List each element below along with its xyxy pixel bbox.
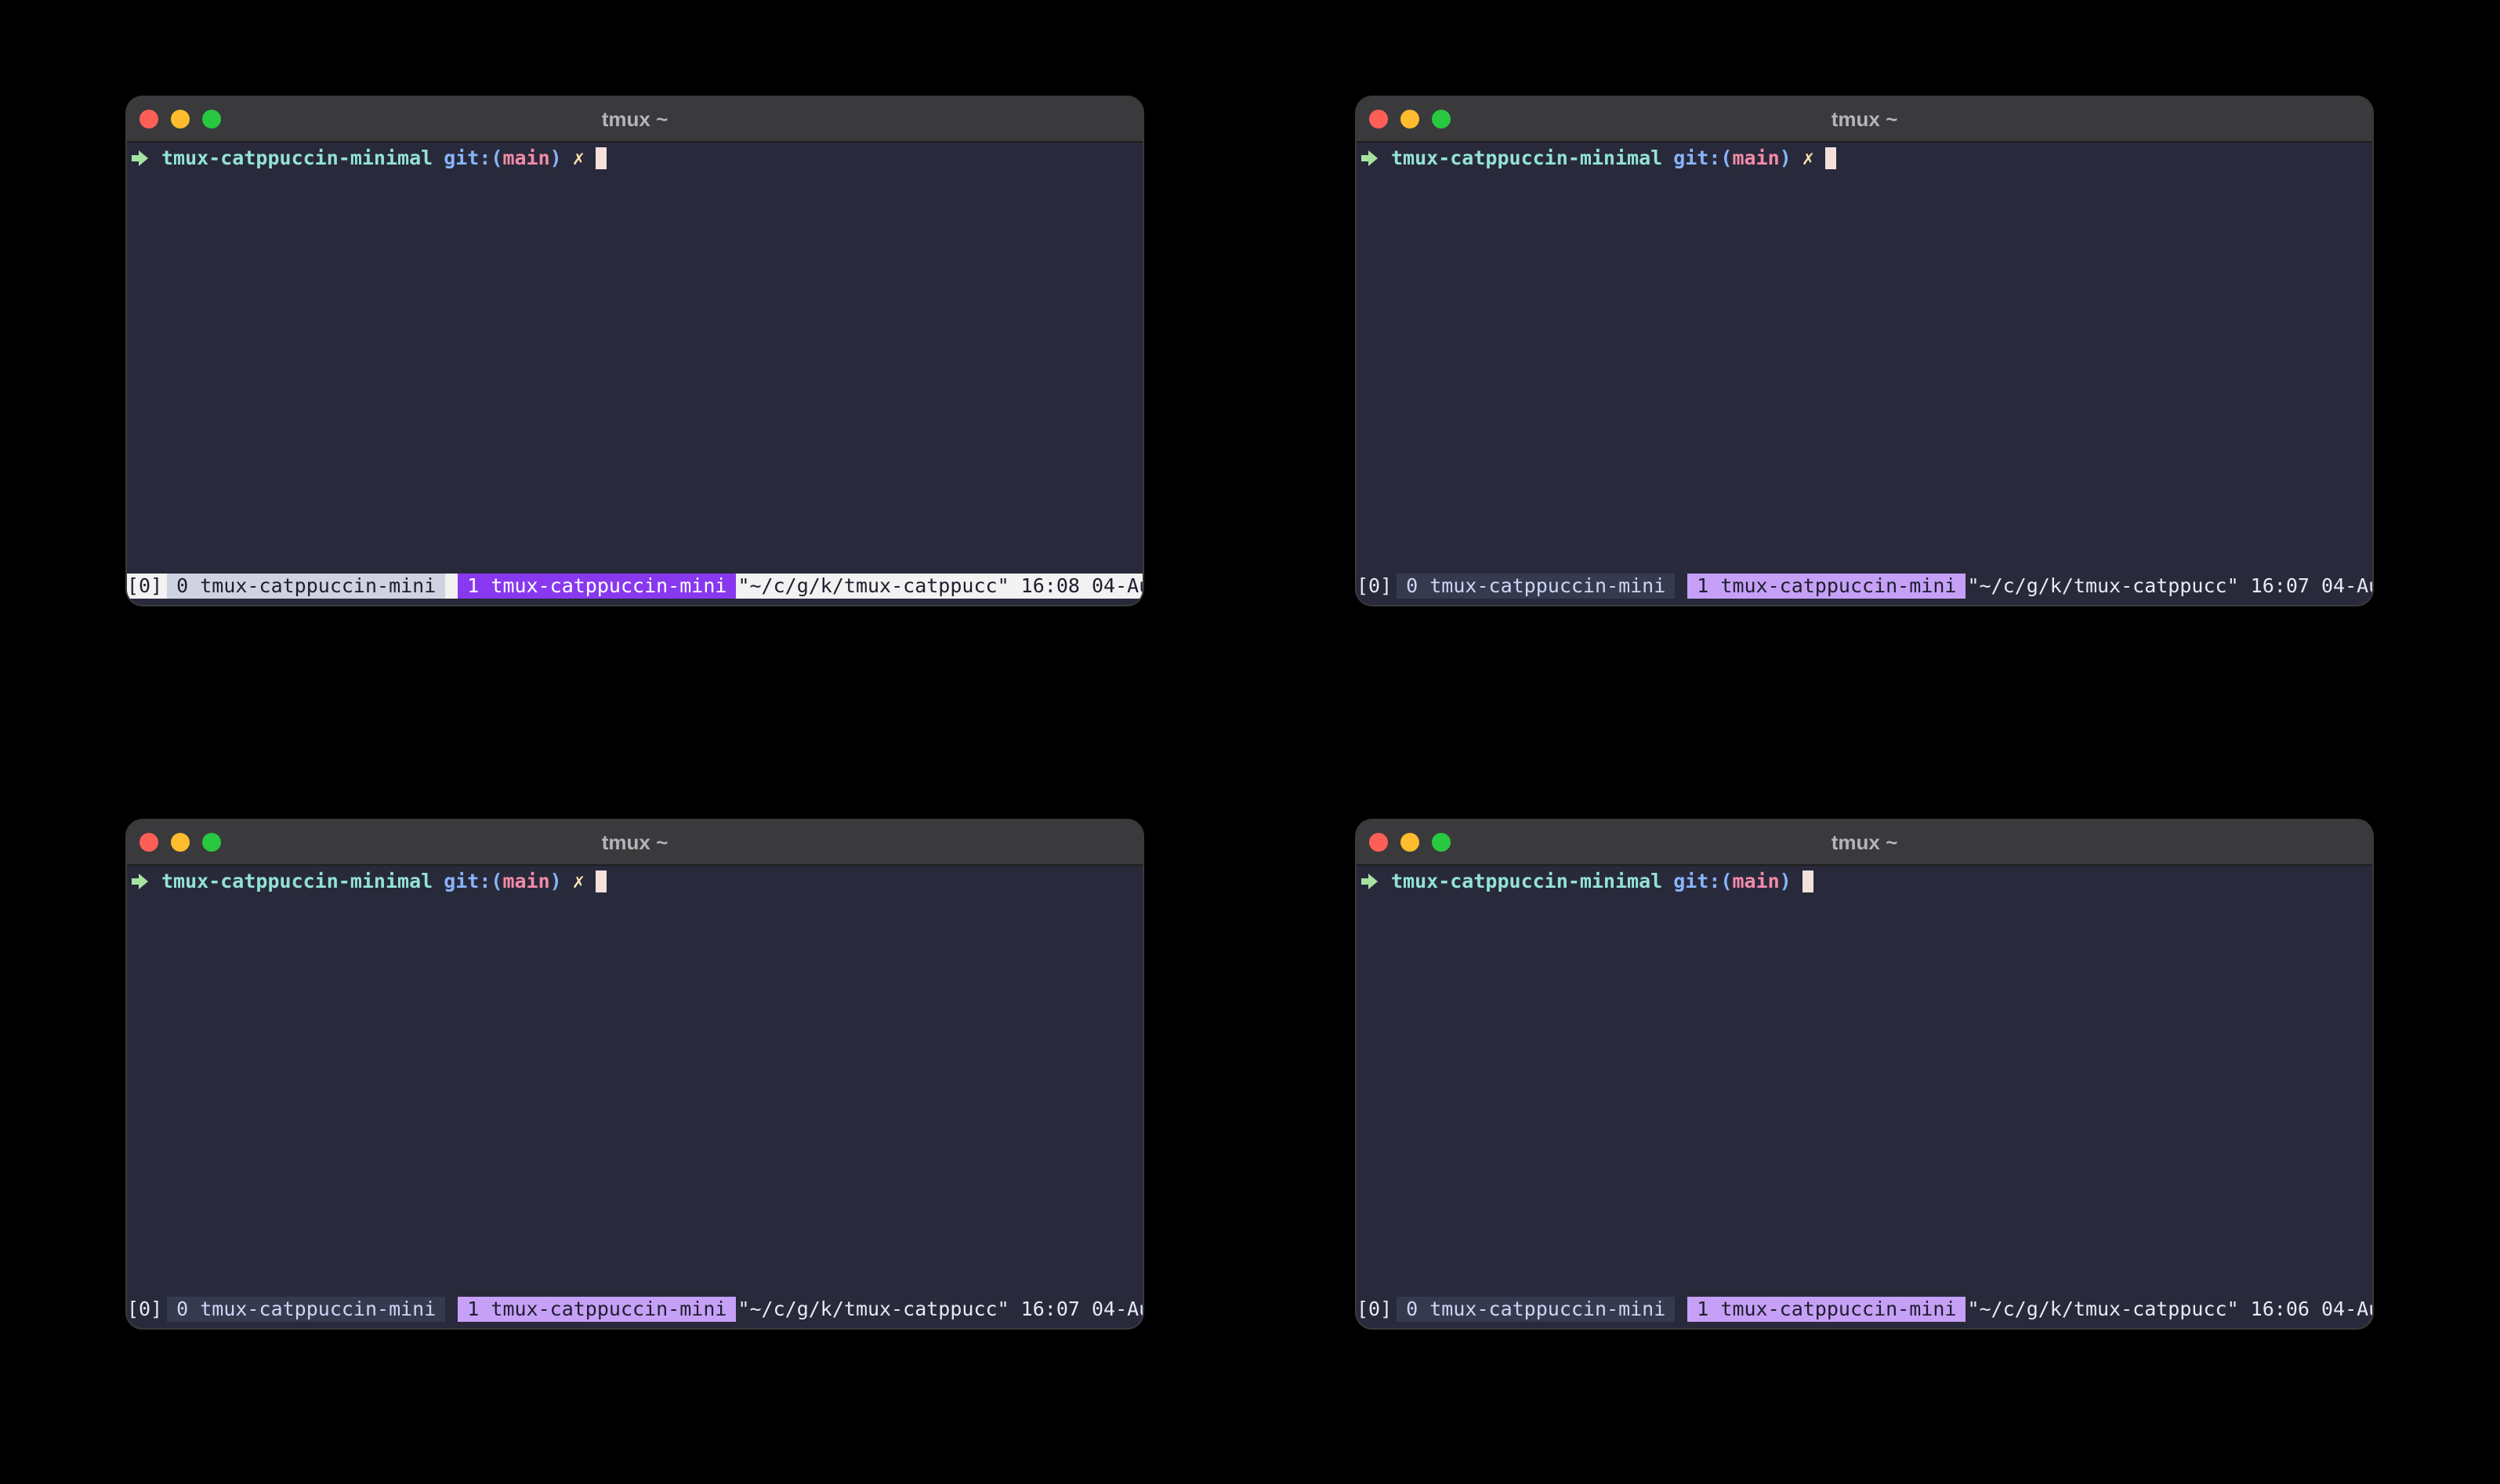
prompt-git-prefix: git:( <box>1673 147 1733 169</box>
terminal-cursor <box>595 147 607 169</box>
terminal-cursor <box>595 870 607 892</box>
prompt-arrow-icon <box>132 874 148 889</box>
prompt-git-prefix: git:( <box>1673 870 1733 892</box>
tmux-window-tab-active[interactable]: 1 tmux-catppuccin-mini <box>1687 574 1966 599</box>
prompt-git-suffix: ) <box>1779 870 1792 892</box>
prompt-git-suffix: ) <box>549 147 562 169</box>
tmux-status-right: "~/c/g/k/tmux-catppucc" 16:06 04-Aug-24 <box>1967 1298 2372 1320</box>
prompt-git-suffix: ) <box>549 870 562 892</box>
tmux-window-tab-active[interactable]: 1 tmux-catppuccin-mini <box>1687 1297 1966 1322</box>
prompt-git-branch: main <box>1732 870 1780 892</box>
tmux-status-bar: [0] 0 tmux-catppuccin-mini 1 tmux-catppu… <box>127 574 1143 599</box>
prompt-directory: tmux-catppuccin-minimal <box>1391 870 1663 892</box>
terminal-pane[interactable]: tmux-catppuccin-minimal git:(main) ✗ [0] 0… <box>127 866 1143 1328</box>
prompt-directory: tmux-catppuccin-minimal <box>161 870 433 892</box>
tmux-window-tab-inactive[interactable]: 0 tmux-catppuccin-mini <box>1397 1297 1676 1322</box>
shell-prompt: tmux-catppuccin-minimal git:(main) ✗ <box>127 867 607 896</box>
terminal-cursor <box>1802 870 1813 892</box>
shell-prompt: tmux-catppuccin-minimal git:(main) <box>1357 867 1813 896</box>
window-titlebar[interactable]: tmux ~ <box>127 97 1143 143</box>
tmux-window-tab-active[interactable]: 1 tmux-catppuccin-mini <box>458 574 737 599</box>
terminal-window[interactable]: tmux ~ tmux-catppuccin-minimal git:(main)… <box>127 97 1143 605</box>
tmux-status-bar: [0] 0 tmux-catppuccin-mini 1 tmux-catppu… <box>1357 1297 2372 1322</box>
terminal-pane[interactable]: tmux-catppuccin-minimal git:(main) ✗ [0] 0… <box>1357 143 2372 605</box>
tmux-status-right: "~/c/g/k/tmux-catppucc" 16:08 04-Aug-24 <box>737 574 1143 597</box>
tmux-status-right: "~/c/g/k/tmux-catppucc" 16:07 04-Aug-24 <box>1967 574 2372 597</box>
tmux-session-name: [0] <box>127 574 168 599</box>
window-titlebar[interactable]: tmux ~ <box>127 820 1143 866</box>
window-title: tmux ~ <box>601 831 668 854</box>
terminal-pane[interactable]: tmux-catppuccin-minimal git:(main) [0] 0 … <box>1357 866 2372 1328</box>
window-titlebar[interactable]: tmux ~ <box>1357 97 2372 143</box>
tmux-window-tab-inactive[interactable]: 0 tmux-catppuccin-mini <box>167 574 446 599</box>
window-title: tmux ~ <box>1831 831 1898 854</box>
prompt-directory: tmux-catppuccin-minimal <box>1391 147 1663 169</box>
prompt-git-branch: main <box>502 870 550 892</box>
prompt-arrow-icon <box>132 150 148 166</box>
terminal-window[interactable]: tmux ~ tmux-catppuccin-minimal git:(main)… <box>1357 97 2372 605</box>
prompt-git-branch: main <box>502 147 550 169</box>
terminal-window[interactable]: tmux ~ tmux-catppuccin-minimal git:(main)… <box>1357 820 2372 1328</box>
prompt-git-prefix: git:( <box>444 870 503 892</box>
tmux-session-name: [0] <box>1357 574 1397 599</box>
prompt-directory: tmux-catppuccin-minimal <box>161 147 433 169</box>
tmux-session-name: [0] <box>1357 1297 1397 1322</box>
tmux-status-bar: [0] 0 tmux-catppuccin-mini 1 tmux-catppu… <box>1357 574 2372 599</box>
prompt-arrow-icon <box>1361 150 1378 166</box>
prompt-dirty-marker: ✗ <box>572 870 585 892</box>
window-title: tmux ~ <box>1831 107 1898 131</box>
window-titlebar[interactable]: tmux ~ <box>1357 820 2372 866</box>
prompt-dirty-marker: ✗ <box>1802 147 1814 169</box>
prompt-git-suffix: ) <box>1779 147 1792 169</box>
tmux-window-tab-active[interactable]: 1 tmux-catppuccin-mini <box>458 1297 737 1322</box>
tmux-status-right: "~/c/g/k/tmux-catppucc" 16:07 04-Aug-24 <box>737 1298 1143 1320</box>
window-title: tmux ~ <box>601 107 668 131</box>
prompt-git-prefix: git:( <box>444 147 503 169</box>
prompt-arrow-icon <box>1361 874 1378 889</box>
prompt-dirty-marker: ✗ <box>572 147 585 169</box>
prompt-git-branch: main <box>1732 147 1780 169</box>
tmux-status-bar: [0] 0 tmux-catppuccin-mini 1 tmux-catppu… <box>127 1297 1143 1322</box>
shell-prompt: tmux-catppuccin-minimal git:(main) ✗ <box>127 144 607 172</box>
shell-prompt: tmux-catppuccin-minimal git:(main) ✗ <box>1357 144 1836 172</box>
tmux-window-tab-inactive[interactable]: 0 tmux-catppuccin-mini <box>167 1297 446 1322</box>
tmux-window-tab-inactive[interactable]: 0 tmux-catppuccin-mini <box>1397 574 1676 599</box>
terminal-cursor <box>1824 147 1836 169</box>
terminal-pane[interactable]: tmux-catppuccin-minimal git:(main) ✗ [0] 0… <box>127 143 1143 605</box>
terminal-window[interactable]: tmux ~ tmux-catppuccin-minimal git:(main)… <box>127 820 1143 1328</box>
tmux-session-name: [0] <box>127 1297 168 1322</box>
